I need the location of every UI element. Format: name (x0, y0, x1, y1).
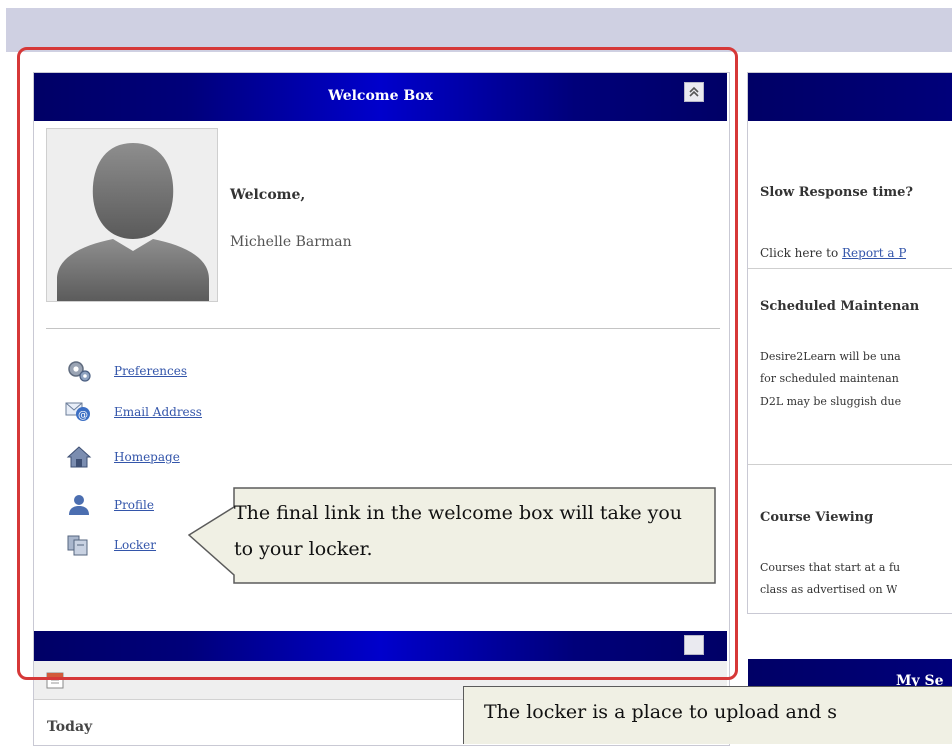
news-item-title: Slow Response time? (760, 185, 914, 200)
highlight-outline (17, 47, 738, 680)
news-item-title: Course Viewing (760, 510, 874, 525)
locker-callout: The final link in the welcome box will t… (188, 487, 716, 584)
report-problem-link[interactable]: Report a P (842, 246, 906, 260)
locker-info-text: The locker is a place to upload and s (484, 701, 838, 723)
news-item-text: D2L may be sluggish due (760, 395, 902, 408)
news-divider (748, 464, 952, 465)
news-item-text: for scheduled maintenan (760, 372, 899, 385)
news-panel (747, 72, 952, 614)
news-panel-header (748, 73, 952, 121)
news-item-title: Scheduled Maintenan (760, 299, 920, 314)
locker-callout-text: The final link in the welcome box will t… (234, 502, 683, 560)
today-label: Today (47, 719, 93, 735)
news-item-text: Desire2Learn will be una (760, 350, 901, 363)
locker-info-callout: The locker is a place to upload and s (463, 686, 952, 744)
news-item-prefix: Click here to (760, 246, 843, 260)
news-item-text: class as advertised on W (760, 583, 898, 596)
news-item-text: Click here to Report a P (760, 246, 906, 260)
top-banner (6, 8, 952, 52)
news-item-text: Courses that start at a fu (760, 561, 901, 574)
news-divider (748, 268, 952, 269)
